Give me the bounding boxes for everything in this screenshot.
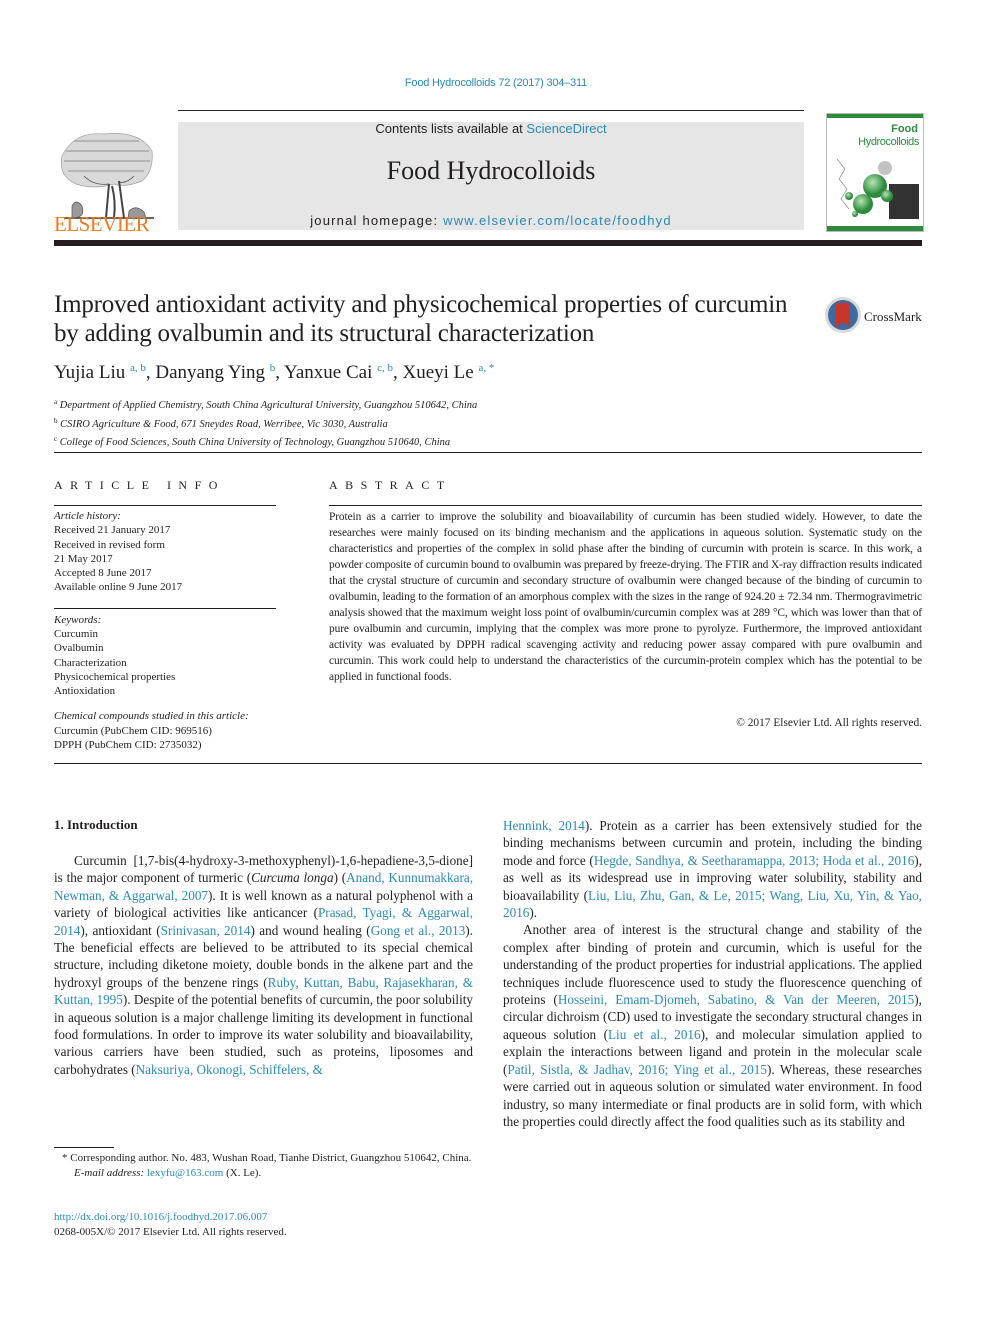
email-link[interactable]: lexyfu@163.com — [147, 1167, 223, 1179]
paragraph: Another area of interest is the structur… — [503, 921, 922, 1130]
homepage-line: journal homepage: www.elsevier.com/locat… — [178, 213, 804, 228]
citation-link[interactable]: Gong et al., 2013 — [371, 923, 466, 938]
affiliation-item: b CSIRO Agriculture & Food, 671 Sneydes … — [54, 414, 477, 433]
author-name[interactable]: Danyang Ying — [155, 362, 265, 383]
footnote: * Corresponding author. No. 483, Wushan … — [54, 1151, 473, 1180]
body-text: ) ( — [333, 870, 347, 886]
history-item: Received in revised form — [54, 538, 165, 551]
keyword-item: Physicochemical properties — [54, 670, 176, 683]
affiliation-item: c College of Food Sciences, South China … — [54, 432, 477, 451]
body-text: ), antioxidant ( — [80, 922, 161, 938]
body-text: ) and wound healing ( — [250, 922, 371, 938]
author-name[interactable]: Yujia Liu — [54, 362, 125, 383]
contents-line: Contents lists available at ScienceDirec… — [178, 121, 804, 136]
keyword-item: Characterization — [54, 656, 127, 669]
author-affiliation-mark[interactable]: c, b — [377, 362, 393, 374]
contents-prefix: Contents lists available at — [375, 121, 527, 136]
affiliation-text: CSIRO Agriculture & Food, 671 Sneydes Ro… — [60, 418, 388, 430]
affiliation-text: College of Food Sciences, South China Un… — [59, 437, 451, 448]
elsevier-wordmark[interactable]: ELSEVIER — [54, 212, 150, 237]
homepage-prefix: journal homepage: — [310, 213, 444, 228]
corresponding-author-note: * Corresponding author. No. 483, Wushan … — [62, 1152, 472, 1164]
divider — [329, 505, 922, 506]
divider — [54, 452, 922, 453]
doi-link[interactable]: http://dx.doi.org/10.1016/j.foodhyd.2017… — [54, 1210, 287, 1225]
journal-reference-link[interactable]: Food Hydrocolloids 72 (2017) 304–311 — [0, 77, 992, 89]
keywords-label: Keywords: — [54, 614, 102, 626]
issn-line: 0268-005X/© 2017 Elsevier Ltd. All right… — [54, 1226, 287, 1238]
compound-item: Curcumin (PubChem CID: 969516) — [54, 724, 212, 737]
affiliation-mark: c — [54, 435, 58, 443]
author-separator: , — [393, 362, 403, 383]
doi-block: http://dx.doi.org/10.1016/j.foodhyd.2017… — [54, 1210, 287, 1240]
cover-title-line2: Hydrocolloids — [858, 136, 919, 148]
affiliation-item: a Department of Applied Chemistry, South… — [54, 395, 477, 414]
affiliation-mark: b — [54, 416, 58, 425]
compound-item: DPPH (PubChem CID: 2735032) — [54, 739, 202, 751]
cover-top-band — [827, 114, 923, 118]
paragraph: Hennink, 2014). Protein as a carrier has… — [503, 817, 922, 921]
author-list: Yujia Liu a, b, Danyang Ying b, Yanxue C… — [54, 362, 494, 384]
compounds-label: Chemical compounds studied in this artic… — [54, 710, 249, 722]
author-affiliation-mark[interactable]: a, b — [130, 362, 146, 374]
journal-homepage-link[interactable]: www.elsevier.com/locate/foodhyd — [443, 213, 672, 228]
italic-text: Curcuma longa — [251, 870, 334, 886]
affiliation-mark: a — [54, 398, 58, 406]
history-item: 21 May 2017 — [54, 552, 113, 565]
email-label: E-mail address: — [74, 1166, 147, 1179]
keywords: Keywords: Curcumin Ovalbumin Characteriz… — [54, 613, 276, 698]
header-rule — [178, 110, 804, 111]
citation-link[interactable]: Liu et al., 2016 — [608, 1027, 701, 1042]
body-column-left: Curcumin [1,7-bis(4-hydroxy-3-methoxyphe… — [54, 852, 473, 1078]
citation-link[interactable]: Patil, Sistla, & Jadhav, 2016; Ying et a… — [507, 1062, 767, 1077]
abstract-heading: ABSTRACT — [329, 478, 452, 492]
email-suffix: (X. Le). — [223, 1166, 262, 1179]
citation-link[interactable]: Hegde, Sandhya, & Seetharamappa, 2013; H… — [594, 853, 914, 868]
journal-cover-thumbnail[interactable]: Food Hydrocolloids — [826, 113, 924, 232]
article-info-heading: ARTICLE INFO — [54, 478, 225, 492]
keyword-item: Antioxidation — [54, 685, 116, 698]
citation-link[interactable]: Hennink, 2014 — [503, 818, 585, 833]
divider — [54, 763, 922, 764]
affiliation-text: Department of Applied Chemistry, South C… — [59, 400, 478, 411]
citation-link[interactable]: Hosseini, Emam-Djomeh, Sabatino, & Van d… — [558, 992, 914, 1007]
author-separator: , — [275, 362, 285, 383]
abstract-text: Protein as a carrier to improve the solu… — [329, 511, 922, 683]
divider — [54, 608, 276, 609]
footnote-rule — [54, 1147, 114, 1148]
header-thick-rule — [54, 240, 922, 246]
body-text: ). — [529, 905, 538, 921]
author-separator: , — [145, 362, 156, 383]
sciencedirect-link[interactable]: ScienceDirect — [526, 121, 606, 136]
cover-title-line1: Food — [891, 123, 918, 135]
history-item: Received 21 January 2017 — [54, 524, 171, 537]
author-affiliation-mark[interactable]: a, * — [478, 362, 494, 374]
body-column-right: Hennink, 2014). Protein as a carrier has… — [503, 817, 922, 1130]
history-item: Available online 9 June 2017 — [54, 581, 183, 594]
citation-link[interactable]: Naksuriya, Okonogi, Schiffelers, & — [136, 1062, 323, 1077]
article-history: Article history: Received 21 January 201… — [54, 509, 276, 595]
cover-bottom-band — [827, 226, 923, 231]
article-title: Improved antioxidant activity and physic… — [54, 291, 788, 347]
keyword-item: Curcumin — [54, 628, 98, 641]
abstract-copyright: © 2017 Elsevier Ltd. All rights reserved… — [736, 717, 922, 729]
affiliations: a Department of Applied Chemistry, South… — [54, 395, 477, 451]
section-heading-introduction: 1. Introduction — [54, 817, 138, 832]
email-line: E-mail address: lexyfu@163.com (X. Le). — [54, 1166, 473, 1181]
paragraph: Curcumin [1,7-bis(4-hydroxy-3-methoxyphe… — [54, 852, 473, 1078]
author-name[interactable]: Xueyi Le — [403, 362, 474, 383]
cover-molecule-illustration-icon — [836, 158, 919, 219]
journal-title: Food Hydrocolloids — [386, 156, 596, 185]
history-label: Article history: — [54, 510, 121, 522]
keyword-item: Ovalbumin — [54, 642, 104, 655]
citation-link[interactable]: Srinivasan, 2014 — [161, 923, 251, 938]
author-name[interactable]: Yanxue Cai — [284, 362, 372, 383]
crossmark-label[interactable]: CrossMark — [864, 309, 922, 325]
history-item: Accepted 8 June 2017 — [54, 567, 152, 580]
chemical-compounds: Chemical compounds studied in this artic… — [54, 709, 294, 753]
divider — [54, 505, 276, 506]
